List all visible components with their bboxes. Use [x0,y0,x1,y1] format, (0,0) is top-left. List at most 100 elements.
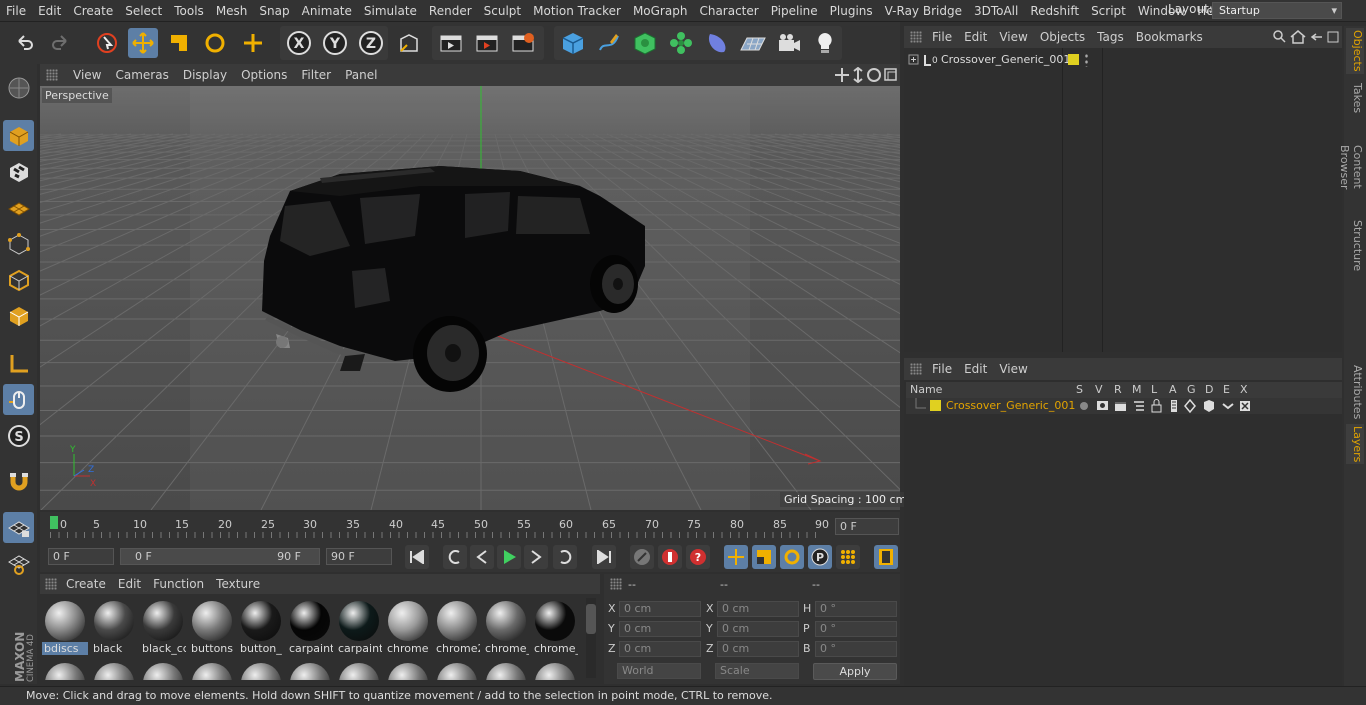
xref-icon[interactable] [1240,401,1250,411]
rotation-b-field[interactable]: 0 ° [815,641,897,657]
tweak-mode-icon[interactable] [3,384,34,415]
object-menu-tags[interactable]: Tags [1091,30,1130,44]
live-selection-icon[interactable] [92,28,122,58]
timeline-ruler[interactable]: 0 5 10 15 20 25 30 35 40 45 50 55 60 65 … [40,512,900,542]
layer-row[interactable]: Crossover_Generic_001 [906,398,1342,414]
layer-menu-edit[interactable]: Edit [958,362,993,376]
redo-icon[interactable] [45,28,75,58]
rotation-p-field[interactable]: 0 ° [815,621,897,637]
material-swatch[interactable]: black_cc [140,598,186,658]
material-swatch[interactable]: chrome_ [483,598,529,658]
points-mode-icon[interactable] [3,228,34,259]
frame-range-slider[interactable]: 0 F 90 F [120,548,320,565]
animation-film-icon[interactable] [1171,400,1177,412]
menu-animate[interactable]: Animate [296,0,358,22]
col-generators[interactable]: G [1187,383,1196,396]
undo-icon[interactable] [10,28,40,58]
tab-attributes[interactable]: Attributes [1346,364,1364,420]
material-swatch[interactable] [238,660,284,680]
material-swatch[interactable]: chrome2 [434,598,480,658]
menu-mesh[interactable]: Mesh [210,0,254,22]
material-swatch[interactable] [42,660,88,680]
key-parameter-icon[interactable]: P [808,545,832,569]
timeline-window-icon[interactable] [874,545,898,569]
floor-icon[interactable] [738,28,768,58]
material-menu-texture[interactable]: Texture [210,577,266,591]
expression-icon[interactable] [1222,403,1234,410]
pan-view-icon[interactable] [835,68,849,82]
viewport-menu-display[interactable]: Display [176,68,234,82]
col-animation[interactable]: A [1169,383,1177,396]
menu-tools[interactable]: Tools [168,0,210,22]
render-clapper-icon[interactable] [1115,402,1126,411]
col-expressions[interactable]: E [1223,383,1230,396]
material-menu-edit[interactable]: Edit [112,577,147,591]
next-keyframe-icon[interactable] [553,545,577,569]
key-scale-icon[interactable] [752,545,776,569]
apply-button[interactable]: Apply [813,663,897,680]
tab-takes[interactable]: Takes [1346,80,1364,116]
menu-edit[interactable]: Edit [32,0,67,22]
current-frame-marker[interactable] [50,516,58,529]
light-icon[interactable] [810,28,840,58]
cloner-icon[interactable] [666,28,696,58]
perspective-viewport[interactable]: Y Z X [40,86,900,510]
back-icon[interactable] [1310,33,1322,41]
material-swatch[interactable]: carpaint [287,598,333,658]
object-row[interactable]: 0 Crossover_Generic_001 [906,52,1342,68]
manager-list-icon[interactable] [1134,401,1144,411]
material-menu-create[interactable]: Create [60,577,112,591]
material-swatch[interactable] [532,660,578,680]
rotation-h-field[interactable]: 0 ° [815,601,897,617]
view-eye-icon[interactable] [1097,401,1108,410]
solo-dot-icon[interactable] [1080,402,1088,410]
make-editable-icon[interactable] [3,72,34,103]
zoom-view-icon[interactable] [853,66,863,84]
x-axis-lock-icon[interactable]: X [284,28,314,58]
layout-select[interactable]: Startup [1212,2,1342,19]
record-active-keys-icon[interactable] [658,545,682,569]
rotate-view-icon[interactable] [867,68,881,82]
home-icon[interactable] [1290,30,1306,44]
size-y-field[interactable]: 0 cm [717,621,799,637]
menu-redshift[interactable]: Redshift [1024,0,1085,22]
menu-simulate[interactable]: Simulate [358,0,423,22]
layer-color-swatch[interactable] [1068,54,1079,65]
col-locked[interactable]: L [1151,383,1157,396]
workplane-mode-icon[interactable] [3,192,34,223]
texture-mode-icon[interactable] [3,156,34,187]
viewport-menu-view[interactable]: View [66,68,108,82]
material-swatch[interactable] [140,660,186,680]
z-axis-lock-icon[interactable]: Z [356,28,386,58]
edges-mode-icon[interactable] [3,264,34,295]
col-render[interactable]: R [1114,383,1122,396]
layer-menu-view[interactable]: View [993,362,1033,376]
object-name[interactable]: Crossover_Generic_001 [941,53,1070,66]
go-to-end-icon[interactable] [592,545,616,569]
col-manager[interactable]: M [1132,383,1142,396]
record-disabled-icon[interactable] [630,545,654,569]
play-forward-icon[interactable] [497,545,521,569]
material-swatch[interactable]: black [91,598,137,658]
autokeying-icon[interactable]: ? [686,545,710,569]
object-menu-edit[interactable]: Edit [958,30,993,44]
material-swatch[interactable]: bdiscs [42,598,88,658]
layer-menu-file[interactable]: File [926,362,958,376]
material-swatch[interactable] [91,660,137,680]
rotate-tool-icon[interactable] [200,28,230,58]
menu-pipeline[interactable]: Pipeline [765,0,824,22]
menu-file[interactable]: File [0,0,32,22]
material-swatch[interactable]: button_ [238,598,284,658]
material-swatch[interactable] [483,660,529,680]
material-scrollbar[interactable] [586,598,596,678]
previous-frame-icon[interactable] [470,545,494,569]
material-swatch[interactable] [287,660,333,680]
subdivision-icon[interactable] [630,28,660,58]
viewport-menu-cameras[interactable]: Cameras [108,68,175,82]
current-frame-field[interactable]: 0 F [835,518,899,535]
viewport-menu-filter[interactable]: Filter [294,68,338,82]
render-view-icon[interactable] [436,28,466,58]
deformer-icon[interactable] [702,28,732,58]
material-swatch[interactable] [336,660,382,680]
workplane-lock-icon[interactable] [3,512,34,543]
